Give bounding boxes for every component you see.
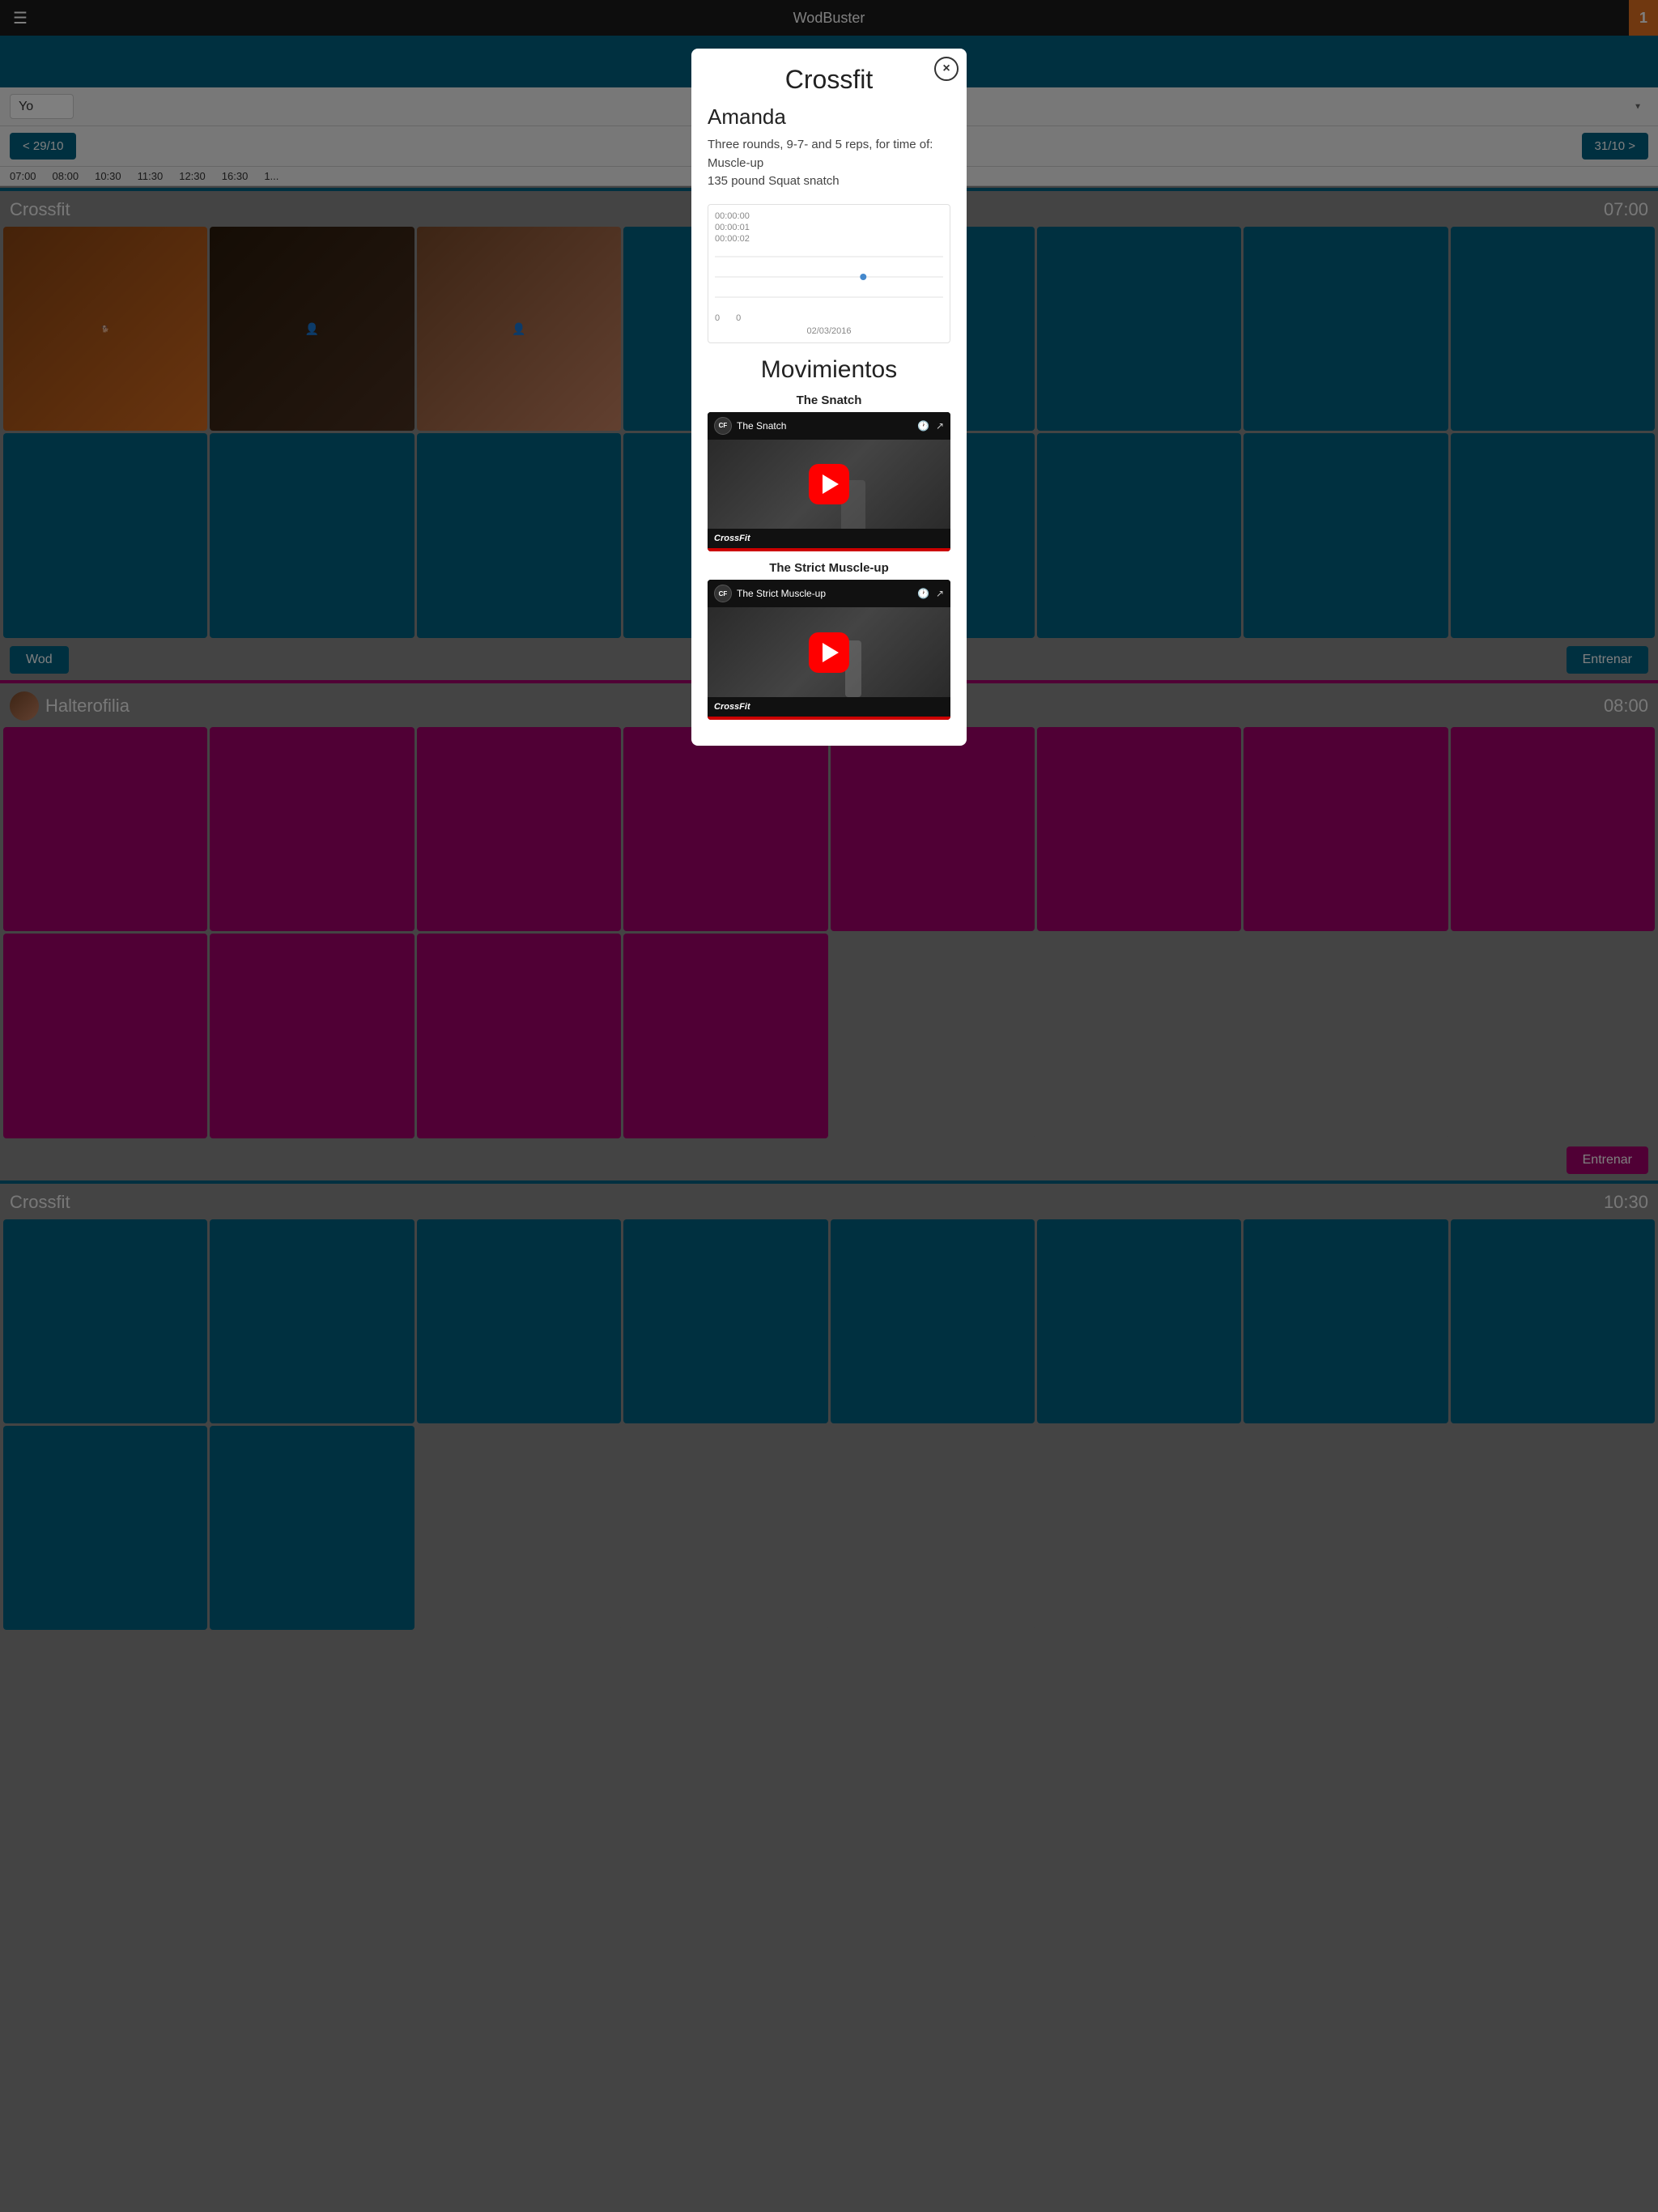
video-1-body [708, 440, 950, 530]
video-2-top-bar: CF The Strict Muscle-up 🕐 ↗ [708, 580, 950, 607]
chart-y-labels: 00:00:00 00:00:01 00:00:02 [715, 211, 943, 245]
modal-desc-line1: Three rounds, 9-7- and 5 reps, for time … [708, 138, 933, 151]
video-1-inner: CF The Snatch 🕐 ↗ [708, 412, 950, 549]
video-1-title: The Snatch [708, 393, 950, 407]
chart-y-label-3: 00:00:02 [715, 234, 943, 244]
video-1-thumbnail[interactable]: CF The Snatch 🕐 ↗ [708, 412, 950, 552]
modal-title: Crossfit [708, 65, 950, 95]
share-icon: ↗ [936, 420, 944, 432]
clock-icon-2: 🕐 [917, 588, 929, 599]
video-1-title-text: The Snatch [737, 420, 912, 432]
modal-overlay[interactable]: × Crossfit Amanda Three rounds, 9-7- and… [0, 0, 1658, 2212]
modal-desc-line3: 135 pound Squat snatch [708, 174, 840, 188]
chart-canvas [715, 249, 943, 313]
crossfit-brand-2: CrossFit [714, 702, 750, 712]
crossfit-logo-1: CF [714, 417, 732, 435]
video-2-title-text: The Strict Muscle-up [737, 588, 912, 599]
movimientos-title: Movimientos [708, 356, 950, 384]
modal-desc-line2: Muscle-up [708, 156, 763, 170]
share-icon-2: ↗ [936, 588, 944, 599]
modal-chart: 00:00:00 00:00:01 00:00:02 0 0 02/03/201… [708, 204, 950, 343]
chart-date-label: 02/03/2016 [715, 326, 943, 336]
chart-y-label-2: 00:00:01 [715, 223, 943, 232]
video-1-bottom-line [708, 548, 950, 551]
video-1-icons: 🕐 ↗ [917, 420, 944, 432]
video-2-title: The Strict Muscle-up [708, 561, 950, 575]
chart-label-1: 0 [736, 313, 741, 323]
video-2-bottom-line [708, 717, 950, 720]
modal-close-button[interactable]: × [934, 57, 959, 81]
video-2-thumbnail[interactable]: CF The Strict Muscle-up 🕐 ↗ [708, 580, 950, 720]
chart-label-0: 0 [715, 313, 720, 323]
play-button-2[interactable] [809, 632, 849, 673]
modal-wod-name: Amanda [708, 104, 950, 130]
chart-y-label-1: 00:00:00 [715, 211, 943, 221]
video-1-bottom-bar: CrossFit [708, 529, 950, 548]
play-button-1[interactable] [809, 464, 849, 504]
video-2-inner: CF The Strict Muscle-up 🕐 ↗ [708, 580, 950, 717]
chart-svg [715, 249, 943, 313]
chart-bottom-labels: 0 0 [715, 313, 943, 323]
video-2-body [708, 607, 950, 697]
play-triangle-2 [823, 643, 839, 662]
clock-icon: 🕐 [917, 420, 929, 432]
modal-dialog: × Crossfit Amanda Three rounds, 9-7- and… [691, 49, 967, 746]
play-triangle-1 [823, 474, 839, 494]
crossfit-brand-1: CrossFit [714, 534, 750, 543]
crossfit-logo-2: CF [714, 585, 732, 602]
video-2-icons: 🕐 ↗ [917, 588, 944, 599]
video-1-top-bar: CF The Snatch 🕐 ↗ [708, 412, 950, 440]
video-2-bottom-bar: CrossFit [708, 697, 950, 717]
modal-description: Three rounds, 9-7- and 5 reps, for time … [708, 136, 950, 191]
